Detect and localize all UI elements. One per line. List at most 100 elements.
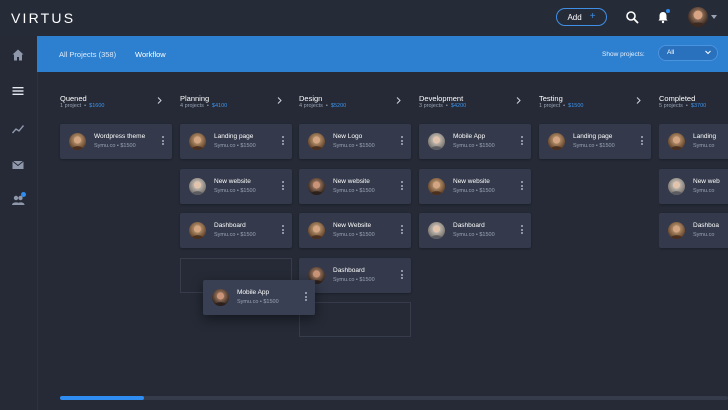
avatar	[308, 133, 325, 150]
more-vertical-icon[interactable]	[521, 225, 523, 236]
drop-placeholder[interactable]	[299, 302, 411, 337]
more-vertical-icon[interactable]	[521, 136, 523, 147]
card-meta: Symu.co • $1500	[94, 143, 136, 149]
card-meta: Symu.co • $1500	[333, 188, 375, 194]
mail-icon[interactable]	[11, 158, 25, 172]
card-title: Wordpress theme	[94, 133, 146, 140]
project-card[interactable]: New Website Symu.co • $1500	[299, 213, 411, 248]
column-title: Development	[419, 94, 464, 103]
more-vertical-icon[interactable]	[282, 181, 284, 192]
top-bar: VIRTUS Add +	[0, 0, 728, 36]
horizontal-scrollbar-thumb[interactable]	[60, 396, 144, 400]
card-title: New website	[333, 178, 370, 185]
project-card[interactable]: Dashboa Symu.co	[659, 213, 728, 248]
avatar	[428, 133, 445, 150]
column-title: Quened	[60, 94, 87, 103]
sidebar	[0, 36, 38, 410]
project-card[interactable]: Landing page Symu.co • $1500	[180, 124, 292, 159]
column-summary: 1 project • $1500	[539, 103, 584, 109]
chevron-right-icon[interactable]	[636, 97, 641, 104]
chevron-right-icon[interactable]	[277, 97, 282, 104]
avatar	[668, 133, 685, 150]
avatar	[548, 133, 565, 150]
tab-workflow[interactable]: Workflow	[135, 50, 166, 59]
chevron-down-icon[interactable]	[711, 15, 717, 19]
card-meta: Symu.co • $1500	[214, 143, 256, 149]
project-card[interactable]: New website Symu.co • $1500	[299, 169, 411, 204]
card-title: Landing page	[573, 133, 613, 140]
completed-cards-clip: Landing Symu.co New web Symu.co Dashboa …	[659, 124, 728, 264]
project-card[interactable]: New Logo Symu.co • $1500	[299, 124, 411, 159]
card-title: Landing	[693, 133, 717, 140]
show-projects-select[interactable]: All	[658, 45, 718, 61]
column-testing: Testing 1 project • $1500	[539, 72, 659, 392]
project-card[interactable]: New website Symu.co • $1500	[419, 169, 531, 204]
project-card[interactable]: Landing Symu.co	[659, 124, 728, 159]
user-avatar[interactable]	[688, 7, 708, 27]
avatar	[189, 178, 206, 195]
trend-icon[interactable]	[11, 122, 25, 136]
more-vertical-icon[interactable]	[401, 181, 403, 192]
horizontal-scrollbar-track[interactable]	[60, 396, 728, 400]
card-meta: Symu.co • $1500	[453, 143, 495, 149]
avatar	[189, 222, 206, 239]
card-meta: Symu.co • $1500	[237, 299, 279, 305]
more-vertical-icon[interactable]	[401, 270, 403, 281]
add-button[interactable]: Add +	[556, 8, 607, 26]
chevron-right-icon[interactable]	[396, 97, 401, 104]
card-title: Landing page	[214, 133, 254, 140]
add-button-label: Add	[567, 12, 582, 22]
home-icon[interactable]	[11, 48, 25, 62]
more-vertical-icon[interactable]	[401, 136, 403, 147]
menu-icon[interactable]	[11, 84, 25, 98]
column-title: Completed	[659, 94, 696, 103]
tab-all-projects[interactable]: All Projects (358)	[59, 50, 116, 59]
card-title: New website	[214, 178, 251, 185]
project-card[interactable]: New web Symu.co	[659, 169, 728, 204]
card-meta: Symu.co • $1500	[453, 232, 495, 238]
projects-header: All Projects (358) Workflow Show project…	[37, 36, 728, 72]
more-vertical-icon[interactable]	[282, 225, 284, 236]
project-card[interactable]: Landing page Symu.co • $1500	[539, 124, 651, 159]
more-vertical-icon[interactable]	[401, 225, 403, 236]
show-projects-value: All	[667, 49, 675, 56]
column-summary: 3 projects • $4200	[419, 103, 467, 109]
card-title: Dashboard	[214, 222, 246, 229]
dragged-project-card[interactable]: Mobile App Symu.co • $1500	[203, 280, 315, 315]
avatar	[668, 178, 685, 195]
card-title: New Website	[333, 222, 372, 229]
column-title: Design	[299, 94, 323, 103]
card-title: New website	[453, 178, 490, 185]
more-vertical-icon[interactable]	[162, 136, 164, 147]
show-projects-label: Show projects:	[602, 51, 645, 58]
users-icon[interactable]	[11, 193, 25, 207]
more-vertical-icon[interactable]	[305, 292, 307, 303]
card-meta: Symu.co • $1500	[214, 232, 256, 238]
column-summary: 4 projects • $4100	[180, 103, 228, 109]
project-card[interactable]: Dashboard Symu.co • $1500	[299, 258, 411, 293]
avatar	[668, 222, 685, 239]
card-meta: Symu.co • $1500	[214, 188, 256, 194]
card-meta: Symu.co	[693, 188, 715, 194]
more-vertical-icon[interactable]	[521, 181, 523, 192]
project-card[interactable]: Wordpress theme Symu.co • $1500	[60, 124, 172, 159]
column-summary: 1 project • $1600	[60, 103, 105, 109]
project-card[interactable]: Dashboard Symu.co • $1500	[419, 213, 531, 248]
column-quened: Quened 1 project • $1600	[60, 72, 180, 392]
project-card[interactable]: Dashboard Symu.co • $1500	[180, 213, 292, 248]
chevron-right-icon[interactable]	[516, 97, 521, 104]
card-meta: Symu.co	[693, 232, 715, 238]
search-icon[interactable]	[625, 10, 639, 24]
chevron-right-icon[interactable]	[157, 97, 162, 104]
more-vertical-icon[interactable]	[282, 136, 284, 147]
avatar	[428, 178, 445, 195]
project-card[interactable]: Mobile App Symu.co • $1500	[419, 124, 531, 159]
plus-icon: +	[589, 11, 596, 22]
column-summary: 5 projects • $3700	[659, 103, 707, 109]
card-meta: Symu.co • $1500	[573, 143, 615, 149]
notification-dot	[666, 9, 670, 13]
card-meta: Symu.co • $1500	[453, 188, 495, 194]
more-vertical-icon[interactable]	[641, 136, 643, 147]
project-card[interactable]: New website Symu.co • $1500	[180, 169, 292, 204]
card-title: Mobile App	[237, 289, 270, 296]
